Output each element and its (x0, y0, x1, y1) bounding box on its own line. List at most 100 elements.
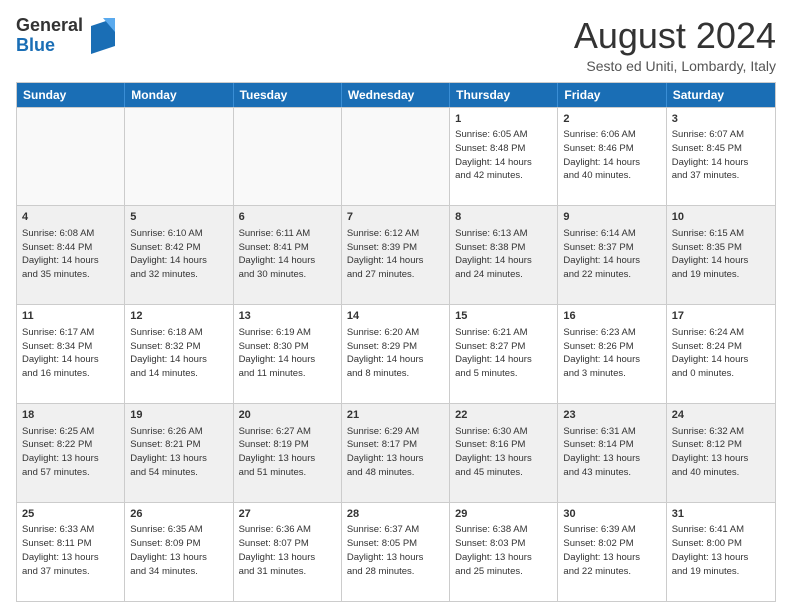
calendar-row-5: 25Sunrise: 6:33 AM Sunset: 8:11 PM Dayli… (17, 502, 775, 601)
location: Sesto ed Uniti, Lombardy, Italy (574, 58, 776, 74)
cal-cell: 13 Sunrise: 6:19 AM Sunset: 8:30 PM Dayli… (234, 305, 342, 403)
logo: General Blue (16, 16, 119, 56)
cal-cell: 1Sunrise: 6:05 AM Sunset: 8:48 PM Daylig… (450, 108, 558, 206)
header-thursday: Thursday (450, 83, 558, 107)
day-number: 14 (347, 309, 444, 324)
header-friday: Friday (558, 83, 666, 107)
cal-cell: 23 Sunrise: 6:31 AM Sunset: 8:14 PM Dayli… (558, 404, 666, 502)
day-number: 26 (130, 507, 227, 522)
day-number: 1 (455, 112, 552, 127)
day-number: 24 (672, 408, 770, 423)
cal-cell: 12 Sunrise: 6:18 AM Sunset: 8:32 PM Dayli… (125, 305, 233, 403)
cell-text: Sunrise: 6:29 AM Sunset: 8:17 PM Dayligh… (347, 425, 444, 480)
cal-cell: 15Sunrise: 6:21 AM Sunset: 8:27 PM Dayli… (450, 305, 558, 403)
header-tuesday: Tuesday (234, 83, 342, 107)
cell-text: Sunrise: 6:19 AM Sunset: 8:30 PM Dayligh… (239, 326, 336, 381)
day-number: 18 (22, 408, 119, 423)
cell-text: Sunrise: 6:15 AM Sunset: 8:35 PM Dayligh… (672, 227, 770, 282)
calendar-header: Sunday Monday Tuesday Wednesday Thursday… (17, 83, 775, 107)
header-saturday: Saturday (667, 83, 775, 107)
day-number: 17 (672, 309, 770, 324)
cell-text: Sunrise: 6:41 AM Sunset: 8:00 PM Dayligh… (672, 523, 770, 578)
cal-cell: 25Sunrise: 6:33 AM Sunset: 8:11 PM Dayli… (17, 503, 125, 601)
cell-text: Sunrise: 6:13 AM Sunset: 8:38 PM Dayligh… (455, 227, 552, 282)
cell-text: Sunrise: 6:32 AM Sunset: 8:12 PM Dayligh… (672, 425, 770, 480)
cell-text: Sunrise: 6:23 AM Sunset: 8:26 PM Dayligh… (563, 326, 660, 381)
cell-text: Sunrise: 6:30 AM Sunset: 8:16 PM Dayligh… (455, 425, 552, 480)
header: General Blue August 2024 Sesto ed Uniti,… (16, 16, 776, 74)
day-number: 22 (455, 408, 552, 423)
cal-cell: 27Sunrise: 6:36 AM Sunset: 8:07 PM Dayli… (234, 503, 342, 601)
cell-text: Sunrise: 6:31 AM Sunset: 8:14 PM Dayligh… (563, 425, 660, 480)
cal-cell: 26Sunrise: 6:35 AM Sunset: 8:09 PM Dayli… (125, 503, 233, 601)
day-number: 5 (130, 210, 227, 225)
day-number: 23 (563, 408, 660, 423)
day-number: 20 (239, 408, 336, 423)
cal-cell: 28Sunrise: 6:37 AM Sunset: 8:05 PM Dayli… (342, 503, 450, 601)
logo-block: General Blue (16, 16, 119, 56)
cal-cell: 9Sunrise: 6:14 AM Sunset: 8:37 PM Daylig… (558, 206, 666, 304)
cell-text: Sunrise: 6:25 AM Sunset: 8:22 PM Dayligh… (22, 425, 119, 480)
cal-cell: 5 Sunrise: 6:10 AM Sunset: 8:42 PM Daylig… (125, 206, 233, 304)
day-number: 10 (672, 210, 770, 225)
day-number: 6 (239, 210, 336, 225)
header-sunday: Sunday (17, 83, 125, 107)
cal-cell: 21 Sunrise: 6:29 AM Sunset: 8:17 PM Dayli… (342, 404, 450, 502)
day-number: 12 (130, 309, 227, 324)
cell-text: Sunrise: 6:12 AM Sunset: 8:39 PM Dayligh… (347, 227, 444, 282)
calendar-row-2: 4 Sunrise: 6:08 AM Sunset: 8:44 PM Daylig… (17, 205, 775, 304)
calendar: Sunday Monday Tuesday Wednesday Thursday… (16, 82, 776, 602)
day-number: 13 (239, 309, 336, 324)
cell-text: Sunrise: 6:39 AM Sunset: 8:02 PM Dayligh… (563, 523, 660, 578)
logo-general: General (16, 15, 83, 35)
logo-icon (87, 18, 119, 54)
cell-text: Sunrise: 6:08 AM Sunset: 8:44 PM Dayligh… (22, 227, 119, 282)
cal-cell: 22 Sunrise: 6:30 AM Sunset: 8:16 PM Dayli… (450, 404, 558, 502)
day-number: 27 (239, 507, 336, 522)
logo-blue: Blue (16, 35, 55, 55)
header-wednesday: Wednesday (342, 83, 450, 107)
cal-cell (17, 108, 125, 206)
cal-cell: 24 Sunrise: 6:32 AM Sunset: 8:12 PM Dayli… (667, 404, 775, 502)
cal-cell: 8Sunrise: 6:13 AM Sunset: 8:38 PM Daylig… (450, 206, 558, 304)
cell-text: Sunrise: 6:05 AM Sunset: 8:48 PM Dayligh… (455, 128, 552, 183)
cal-cell: 18 Sunrise: 6:25 AM Sunset: 8:22 PM Dayli… (17, 404, 125, 502)
day-number: 30 (563, 507, 660, 522)
day-number: 7 (347, 210, 444, 225)
cal-cell (234, 108, 342, 206)
cal-cell: 2Sunrise: 6:06 AM Sunset: 8:46 PM Daylig… (558, 108, 666, 206)
cal-cell (342, 108, 450, 206)
cal-cell (125, 108, 233, 206)
day-number: 29 (455, 507, 552, 522)
day-number: 31 (672, 507, 770, 522)
cal-cell: 14 Sunrise: 6:20 AM Sunset: 8:29 PM Dayli… (342, 305, 450, 403)
cal-cell: 30Sunrise: 6:39 AM Sunset: 8:02 PM Dayli… (558, 503, 666, 601)
logo-text: General Blue (16, 16, 83, 56)
cell-text: Sunrise: 6:20 AM Sunset: 8:29 PM Dayligh… (347, 326, 444, 381)
cell-text: Sunrise: 6:21 AM Sunset: 8:27 PM Dayligh… (455, 326, 552, 381)
calendar-row-4: 18 Sunrise: 6:25 AM Sunset: 8:22 PM Dayli… (17, 403, 775, 502)
day-number: 16 (563, 309, 660, 324)
calendar-row-3: 11Sunrise: 6:17 AM Sunset: 8:34 PM Dayli… (17, 304, 775, 403)
cal-cell: 11Sunrise: 6:17 AM Sunset: 8:34 PM Dayli… (17, 305, 125, 403)
cal-cell: 4 Sunrise: 6:08 AM Sunset: 8:44 PM Daylig… (17, 206, 125, 304)
cell-text: Sunrise: 6:36 AM Sunset: 8:07 PM Dayligh… (239, 523, 336, 578)
cal-cell: 29Sunrise: 6:38 AM Sunset: 8:03 PM Dayli… (450, 503, 558, 601)
header-monday: Monday (125, 83, 233, 107)
cell-text: Sunrise: 6:18 AM Sunset: 8:32 PM Dayligh… (130, 326, 227, 381)
day-number: 4 (22, 210, 119, 225)
title-block: August 2024 Sesto ed Uniti, Lombardy, It… (574, 16, 776, 74)
cell-text: Sunrise: 6:07 AM Sunset: 8:45 PM Dayligh… (672, 128, 770, 183)
cell-text: Sunrise: 6:06 AM Sunset: 8:46 PM Dayligh… (563, 128, 660, 183)
calendar-body: 1Sunrise: 6:05 AM Sunset: 8:48 PM Daylig… (17, 107, 775, 601)
cell-text: Sunrise: 6:38 AM Sunset: 8:03 PM Dayligh… (455, 523, 552, 578)
day-number: 21 (347, 408, 444, 423)
cal-cell: 20Sunrise: 6:27 AM Sunset: 8:19 PM Dayli… (234, 404, 342, 502)
day-number: 2 (563, 112, 660, 127)
cell-text: Sunrise: 6:37 AM Sunset: 8:05 PM Dayligh… (347, 523, 444, 578)
cal-cell: 31Sunrise: 6:41 AM Sunset: 8:00 PM Dayli… (667, 503, 775, 601)
cal-cell: 17Sunrise: 6:24 AM Sunset: 8:24 PM Dayli… (667, 305, 775, 403)
cell-text: Sunrise: 6:35 AM Sunset: 8:09 PM Dayligh… (130, 523, 227, 578)
cell-text: Sunrise: 6:10 AM Sunset: 8:42 PM Dayligh… (130, 227, 227, 282)
day-number: 3 (672, 112, 770, 127)
